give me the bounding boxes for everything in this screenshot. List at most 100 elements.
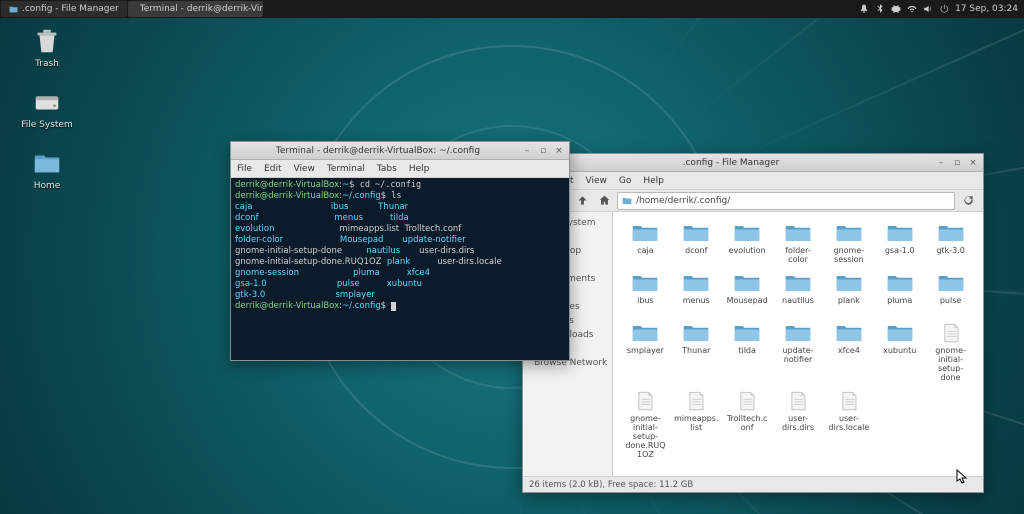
system-tray: 17 Sep, 03:24 — [859, 4, 1024, 14]
file-manager-toolbar: /home/derrik/.config/ — [523, 190, 983, 212]
file-item[interactable]: user-dirs.locale — [824, 388, 873, 461]
file-label: Trolltech.conf — [725, 414, 770, 432]
file-manager-main[interactable]: caja dconf evolutionfolder-color gnome-sess… — [613, 212, 983, 476]
file-label: menus — [683, 296, 710, 314]
file-item[interactable]: folder-color — [774, 220, 823, 266]
up-button[interactable] — [573, 192, 591, 210]
file-item[interactable]: Trolltech.conf — [723, 388, 772, 461]
task-label: Terminal - derrik@derrik-Virt... — [140, 4, 263, 14]
file-label: Thunar — [682, 346, 710, 364]
menu-item[interactable]: View — [294, 164, 315, 174]
file-label: tilda — [738, 346, 756, 364]
file-label: gnome-initial-setup-done.RUQ1OZ — [623, 414, 668, 459]
path-text: /home/derrik/.config/ — [636, 196, 730, 206]
file-label: caja — [637, 246, 653, 264]
file-item[interactable]: pulse — [926, 270, 975, 316]
terminal-title: Terminal - derrik@derrik-VirtualBox: ~/.… — [235, 146, 521, 156]
file-item[interactable]: Mousepad — [723, 270, 772, 316]
taskbar: .config - File Manager >_Terminal - derri… — [1, 1, 263, 17]
reload-button[interactable] — [959, 192, 977, 210]
file-item[interactable]: plank — [824, 270, 873, 316]
file-item[interactable]: xfce4 — [824, 320, 873, 384]
file-item[interactable]: xubuntu — [875, 320, 924, 384]
network-icon[interactable] — [907, 4, 917, 14]
menu-item[interactable]: Tabs — [377, 164, 397, 174]
menu-item[interactable]: Help — [409, 164, 430, 174]
mouse-cursor — [956, 469, 968, 485]
home-button[interactable] — [595, 192, 613, 210]
file-label: plank — [838, 296, 860, 314]
terminal-menubar: File Edit View Terminal Tabs Help — [231, 160, 569, 178]
file-item[interactable]: gtk-3.0 — [926, 220, 975, 266]
file-item[interactable]: nautilus — [774, 270, 823, 316]
file-label: gsa-1.0 — [885, 246, 915, 264]
maximize-button[interactable]: ▫ — [951, 157, 963, 169]
file-item[interactable]: ibus — [621, 270, 670, 316]
minimize-button[interactable]: – — [935, 157, 947, 169]
menu-item[interactable]: Help — [643, 176, 664, 186]
file-item[interactable]: dconf — [672, 220, 721, 266]
file-label: update-notifier — [776, 346, 821, 364]
file-item[interactable]: user-dirs.dirs — [774, 388, 823, 461]
menu-item[interactable]: Go — [619, 176, 631, 186]
desktop-icon-label: Home — [34, 181, 61, 191]
terminal-titlebar[interactable]: Terminal - derrik@derrik-VirtualBox: ~/.… — [231, 142, 569, 160]
desktop-icon-trash[interactable]: Trash — [16, 26, 78, 69]
file-item[interactable]: mimeapps.list — [672, 388, 721, 461]
power-icon[interactable] — [939, 4, 949, 14]
file-item[interactable]: gsa-1.0 — [875, 220, 924, 266]
terminal-body[interactable]: derrik@derrik-VirtualBox:~$ cd ~/.config… — [231, 178, 569, 360]
file-label: nautilus — [782, 296, 814, 314]
file-item[interactable]: tilda — [723, 320, 772, 384]
minimize-button[interactable]: – — [521, 145, 533, 157]
file-label: gnome-session — [826, 246, 871, 264]
terminal-window[interactable]: Terminal - derrik@derrik-VirtualBox: ~/.… — [230, 141, 570, 361]
file-item[interactable]: smplayer — [621, 320, 670, 384]
file-label: folder-color — [776, 246, 821, 264]
file-item[interactable]: menus — [672, 270, 721, 316]
settings-icon[interactable] — [891, 4, 901, 14]
file-item[interactable]: Thunar — [672, 320, 721, 384]
path-bar[interactable]: /home/derrik/.config/ — [617, 192, 955, 210]
menu-item[interactable]: Terminal — [327, 164, 365, 174]
notification-icon[interactable] — [859, 4, 869, 14]
task-button[interactable]: .config - File Manager — [1, 1, 127, 17]
task-button[interactable]: >_Terminal - derrik@derrik-Virt... — [128, 1, 263, 17]
task-label: .config - File Manager — [22, 4, 119, 14]
file-label: dconf — [685, 246, 707, 264]
file-label: pulse — [940, 296, 961, 314]
top-panel: .config - File Manager >_Terminal - derri… — [0, 0, 1024, 18]
file-manager-title: .config - File Manager — [527, 158, 935, 168]
file-item[interactable]: gnome-session — [824, 220, 873, 266]
file-item[interactable]: gnome-initial-setup-done — [926, 320, 975, 384]
file-manager-statusbar: 26 items (2.0 kB), Free space: 11.2 GB — [523, 476, 983, 492]
file-manager-window[interactable]: .config - File Manager – ▫ × FileEditVie… — [522, 153, 984, 493]
file-item[interactable]: caja — [621, 220, 670, 266]
file-label: mimeapps.list — [674, 414, 719, 432]
menu-item[interactable]: View — [586, 176, 607, 186]
menu-item[interactable]: File — [237, 164, 252, 174]
file-label: gnome-initial-setup-done — [928, 346, 973, 382]
file-label: smplayer — [627, 346, 664, 364]
file-label: gtk-3.0 — [936, 246, 964, 264]
file-item[interactable]: pluma — [875, 270, 924, 316]
maximize-button[interactable]: ▫ — [537, 145, 549, 157]
close-button[interactable]: × — [553, 145, 565, 157]
file-label: Mousepad — [727, 296, 768, 314]
close-button[interactable]: × — [967, 157, 979, 169]
file-label: ibus — [637, 296, 654, 314]
file-manager-titlebar[interactable]: .config - File Manager – ▫ × — [523, 154, 983, 172]
file-item[interactable]: update-notifier — [774, 320, 823, 384]
status-text: 26 items (2.0 kB), Free space: 11.2 GB — [529, 480, 693, 490]
desktop-icon-label: Trash — [35, 59, 59, 69]
file-item[interactable]: gnome-initial-setup-done.RUQ1OZ — [621, 388, 670, 461]
desktop-icons: Trash File System Home — [16, 26, 78, 191]
clock[interactable]: 17 Sep, 03:24 — [955, 4, 1018, 14]
desktop-icon-folder[interactable]: Home — [16, 148, 78, 191]
file-manager-menubar: FileEditViewGoHelp — [523, 172, 983, 190]
bluetooth-icon[interactable] — [875, 4, 885, 14]
file-item[interactable]: evolution — [723, 220, 772, 266]
volume-icon[interactable] — [923, 4, 933, 14]
menu-item[interactable]: Edit — [264, 164, 281, 174]
desktop-icon-drive[interactable]: File System — [16, 87, 78, 130]
